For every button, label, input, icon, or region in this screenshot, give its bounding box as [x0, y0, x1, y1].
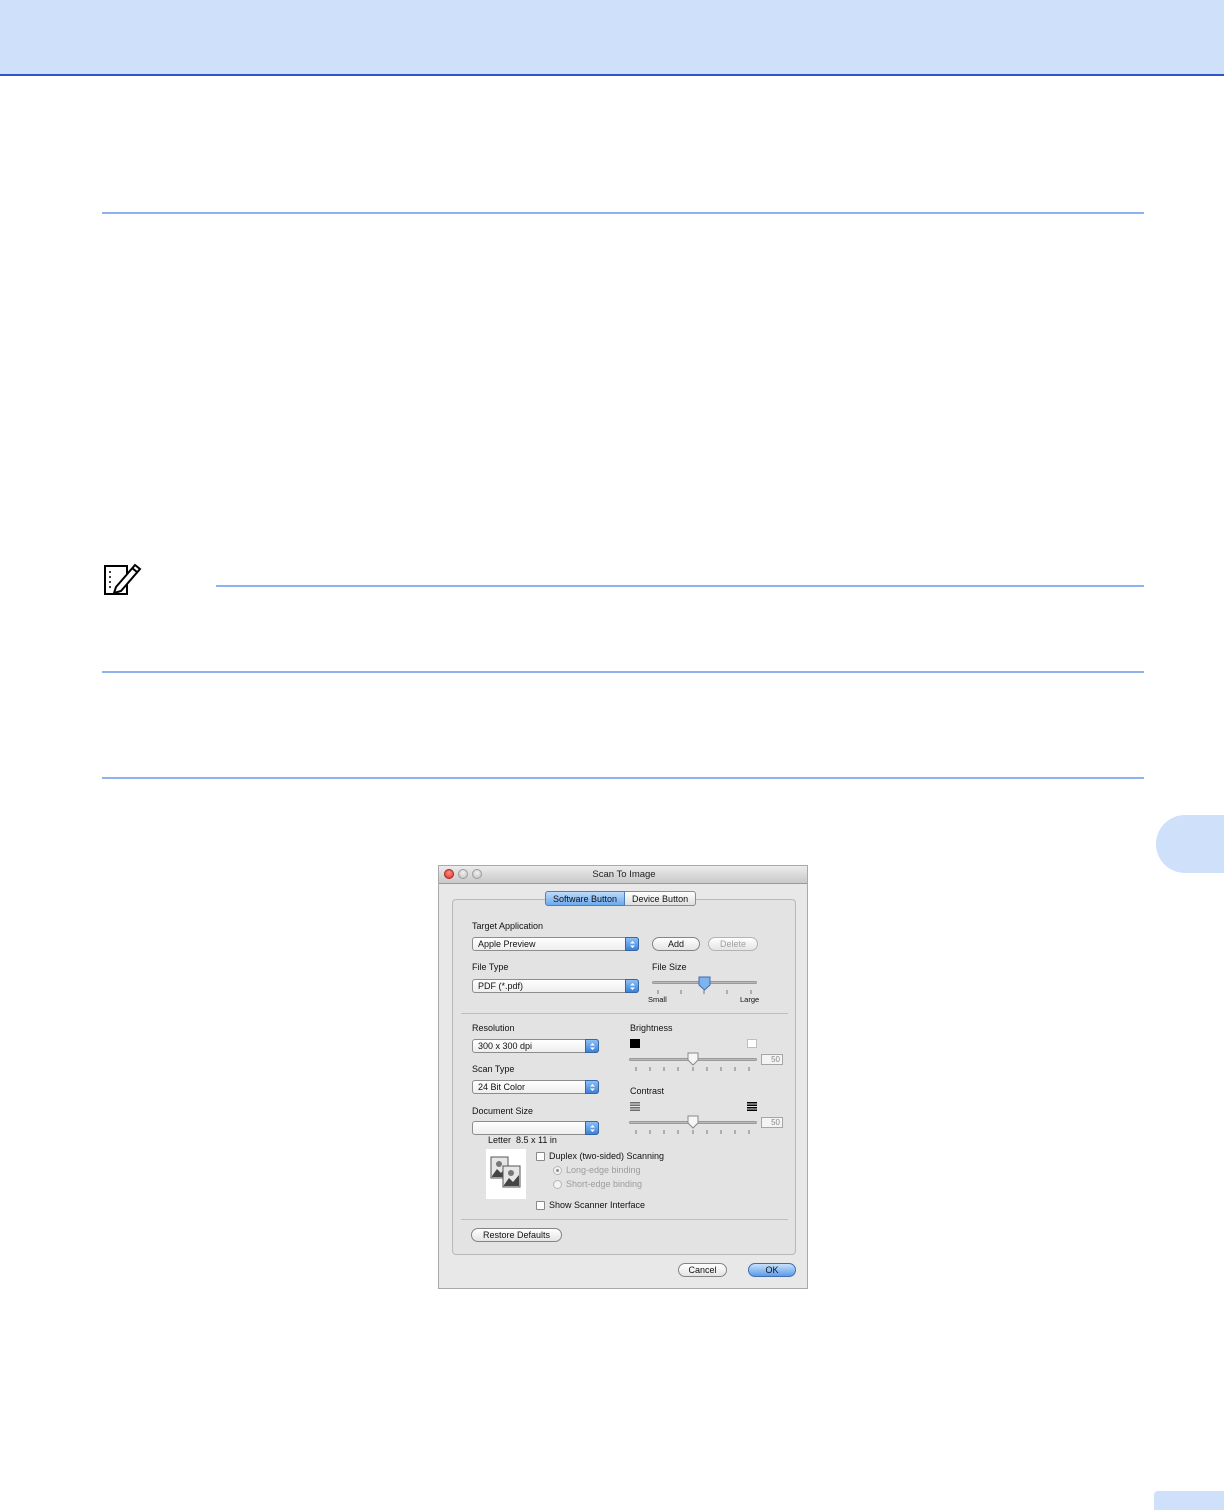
high-contrast-icon: [747, 1102, 757, 1111]
section-rule: [102, 671, 1144, 673]
brightness-value[interactable]: 50: [761, 1054, 783, 1065]
show-scanner-interface-checkbox[interactable]: [536, 1201, 545, 1210]
add-button[interactable]: Add: [652, 937, 700, 951]
file-type-label: File Type: [472, 962, 509, 972]
popup-arrows-icon: [625, 937, 639, 951]
dialog-title: Scan To Image: [592, 869, 656, 880]
popup-arrows-icon: [625, 979, 639, 993]
brightness-ticks: [635, 1067, 750, 1071]
short-edge-radio[interactable]: [553, 1180, 562, 1189]
file-size-max-label: Large: [740, 995, 760, 1004]
brightness-slider-thumb[interactable]: [687, 1052, 699, 1066]
tab-software-button[interactable]: Software Button: [545, 891, 626, 906]
resolution-label: Resolution: [472, 1023, 515, 1033]
dark-swatch-icon: [630, 1039, 640, 1048]
brightness-label: Brightness: [630, 1023, 673, 1033]
resolution-value: 300 x 300 dpi: [478, 1041, 533, 1051]
title-bar[interactable]: Scan To Image: [439, 866, 807, 884]
file-type-select[interactable]: PDF (*.pdf): [472, 979, 639, 993]
document-size-select[interactable]: Letter 8.5 x 11 in: [472, 1121, 599, 1145]
scan-type-label: Scan Type: [472, 1064, 515, 1074]
section-rule: [102, 212, 1144, 214]
light-swatch-icon: [747, 1039, 757, 1048]
file-size-label: File Size: [652, 962, 687, 972]
scan-to-image-dialog: Scan To Image Software Button Device But…: [438, 865, 808, 1289]
contrast-ticks: [635, 1130, 750, 1134]
popup-arrows-icon: [585, 1039, 599, 1053]
resolution-select[interactable]: 300 x 300 dpi: [472, 1039, 599, 1053]
popup-arrows-icon: [585, 1121, 599, 1135]
target-application-value: Apple Preview: [478, 939, 536, 949]
cancel-button[interactable]: Cancel: [678, 1263, 727, 1277]
long-edge-label: Long-edge binding: [566, 1165, 641, 1175]
low-contrast-icon: [630, 1102, 640, 1111]
button-tabs: Software Button Device Button: [545, 891, 697, 906]
contrast-value[interactable]: 50: [761, 1117, 783, 1128]
document-size-value: Letter 8.5 x 11 in: [488, 1135, 557, 1145]
file-type-value: PDF (*.pdf): [478, 981, 524, 991]
show-scanner-interface-label: Show Scanner Interface: [549, 1200, 646, 1210]
restore-defaults-button[interactable]: Restore Defaults: [471, 1228, 562, 1242]
file-size-min-label: Small: [648, 995, 667, 1004]
note-pencil-icon: [104, 563, 142, 595]
page-header-band: [0, 0, 1224, 76]
short-edge-label: Short-edge binding: [566, 1179, 643, 1189]
section-separator: [461, 1219, 788, 1220]
section-separator: [461, 1013, 788, 1014]
duplex-checkbox[interactable]: [536, 1152, 545, 1161]
tab-device-button[interactable]: Device Button: [625, 891, 697, 906]
target-application-select[interactable]: Apple Preview: [472, 937, 639, 951]
contrast-slider-thumb[interactable]: [687, 1115, 699, 1129]
delete-button[interactable]: Delete: [708, 937, 758, 951]
ok-button[interactable]: OK: [748, 1263, 796, 1277]
file-size-slider-thumb[interactable]: [698, 976, 711, 991]
note-rule: [216, 585, 1144, 587]
scan-type-value: 24 Bit Color: [478, 1082, 526, 1092]
long-edge-radio[interactable]: [553, 1166, 562, 1175]
document-size-label: Document Size: [472, 1106, 534, 1116]
contrast-label: Contrast: [630, 1086, 665, 1096]
duplex-pages-icon: [486, 1149, 526, 1199]
scan-type-select[interactable]: 24 Bit Color: [472, 1080, 599, 1094]
section-rule: [102, 777, 1144, 779]
duplex-label: Duplex (two-sided) Scanning: [549, 1151, 665, 1161]
page-number-tab: [1154, 1491, 1224, 1510]
chapter-tab: [1156, 815, 1224, 873]
popup-arrows-icon: [585, 1080, 599, 1094]
target-application-label: Target Application: [472, 921, 544, 931]
